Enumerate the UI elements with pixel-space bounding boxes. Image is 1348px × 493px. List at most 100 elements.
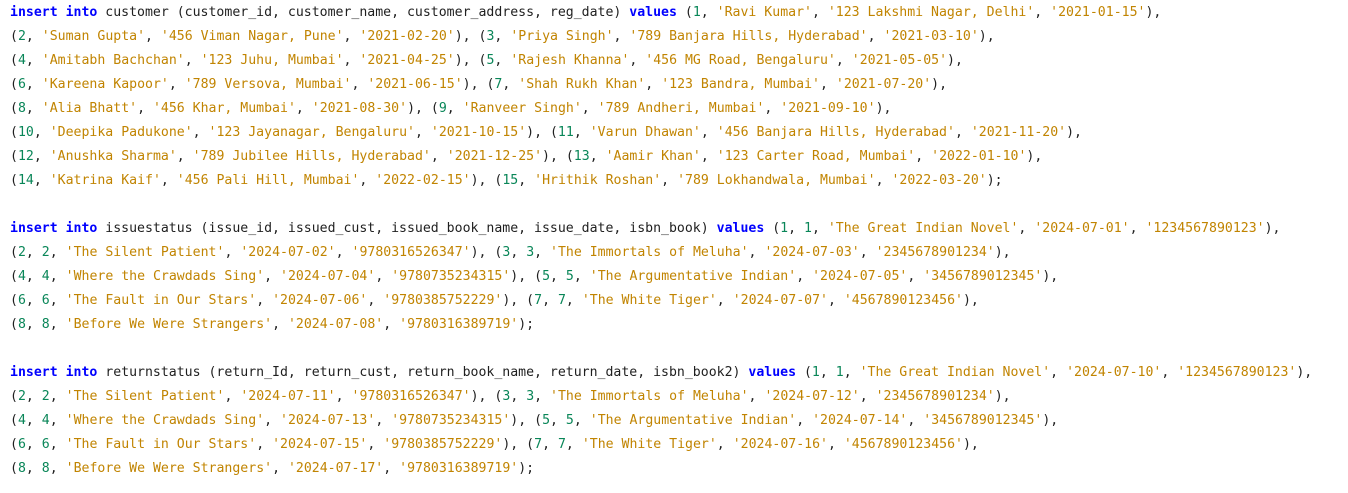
- number-literal: 6: [17, 437, 26, 452]
- code-text: ),: [1042, 269, 1059, 284]
- code-text: ),: [947, 53, 963, 68]
- code-text: ,: [160, 173, 177, 188]
- string-literal: 'The Silent Patient': [65, 389, 225, 404]
- code-text: ,: [613, 29, 630, 44]
- code-line: (14, 'Katrina Kaif', '456 Pali Hill, Mum…: [10, 169, 1348, 193]
- string-literal: '2024-07-04': [280, 269, 376, 284]
- string-literal: 'Where the Crawdads Sing': [65, 269, 265, 284]
- code-text: ,: [25, 101, 42, 116]
- code-text: ,: [502, 77, 519, 92]
- number-literal: 3: [526, 389, 535, 404]
- string-literal: '456 Viman Nagar, Pune': [160, 29, 344, 44]
- code-text: ,: [788, 221, 805, 236]
- code-text: ),: [1026, 149, 1043, 164]
- code-text: ,: [859, 245, 876, 260]
- code-text: ,: [589, 149, 606, 164]
- number-literal: 2: [17, 245, 26, 260]
- code-text: returnstatus (return_Id, return_cust, re…: [97, 365, 749, 380]
- code-text: ),: [1066, 125, 1082, 140]
- code-line: (2, 2, 'The Silent Patient', '2024-07-02…: [10, 241, 1348, 265]
- code-text: ),: [931, 77, 948, 92]
- string-literal: '9780385752229': [383, 437, 503, 452]
- code-text: ,: [49, 317, 66, 332]
- code-text: ), (: [542, 149, 574, 164]
- code-text: ,: [343, 29, 360, 44]
- code-text: issuestatus (issue_id, issued_cust, issu…: [97, 221, 717, 236]
- code-text: ,: [33, 173, 50, 188]
- code-text: ,: [25, 437, 42, 452]
- string-literal: '9780316526347': [351, 389, 471, 404]
- code-text: ), (: [526, 125, 558, 140]
- code-text: (: [10, 269, 18, 284]
- string-literal: '2021-11-20': [970, 125, 1067, 140]
- code-text: (: [10, 389, 18, 404]
- code-text: ,: [383, 317, 400, 332]
- code-text: ), (: [510, 269, 543, 284]
- string-literal: 'Before We Were Strangers': [65, 461, 273, 476]
- number-literal: 9: [438, 101, 447, 116]
- code-text: ,: [375, 413, 392, 428]
- code-text: ),: [962, 293, 979, 308]
- string-literal: '123 Jayanagar, Bengaluru': [208, 125, 415, 140]
- string-literal: 'The Immortals of Meluha': [550, 245, 749, 260]
- code-text: );: [986, 173, 1003, 188]
- code-text: ,: [581, 101, 598, 116]
- code-text: ,: [25, 245, 42, 260]
- string-literal: 'The Argumentative Indian': [589, 413, 797, 428]
- string-literal: '2021-03-10': [883, 29, 979, 44]
- code-text: ,: [510, 389, 527, 404]
- number-literal: 4: [17, 413, 26, 428]
- code-text: ), (: [454, 29, 487, 44]
- code-text: ,: [272, 317, 288, 332]
- string-literal: 'Deepika Padukone': [49, 125, 193, 140]
- code-text: ,: [367, 293, 384, 308]
- code-text: ,: [1018, 221, 1035, 236]
- string-literal: '2024-07-12': [764, 389, 860, 404]
- code-text: ,: [542, 437, 558, 452]
- code-text: ,: [811, 221, 828, 236]
- sql-keyword: insert into: [10, 365, 98, 380]
- code-text: ), (: [510, 413, 543, 428]
- code-text: ,: [224, 389, 241, 404]
- code-text: ,: [907, 269, 924, 284]
- sql-keyword: values: [716, 221, 765, 236]
- string-literal: '1234567890123': [1177, 365, 1297, 380]
- code-text: (: [10, 437, 18, 452]
- code-text: ,: [33, 125, 50, 140]
- string-literal: '3456789012345': [923, 413, 1043, 428]
- code-text: ,: [49, 413, 66, 428]
- code-text: ),: [994, 389, 1011, 404]
- sql-code-editor[interactable]: insert into customer (customer_id, custo…: [10, 1, 1348, 481]
- code-text: ,: [565, 437, 582, 452]
- code-text: ,: [367, 437, 384, 452]
- blank-line: ​: [10, 193, 1348, 217]
- code-text: ,: [25, 413, 42, 428]
- code-text: ,: [184, 53, 201, 68]
- string-literal: 'Amitabh Bachchan': [41, 53, 185, 68]
- string-literal: '9780316526347': [351, 245, 471, 260]
- code-text: ,: [510, 245, 527, 260]
- string-literal: 'The White Tiger': [581, 437, 717, 452]
- number-literal: 1: [835, 365, 844, 380]
- code-text: ), (: [462, 77, 495, 92]
- code-text: ,: [573, 125, 590, 140]
- string-literal: 'The Great Indian Novel': [859, 365, 1051, 380]
- number-literal: 7: [534, 293, 543, 308]
- number-literal: 2: [41, 389, 50, 404]
- string-literal: '789 Lokhandwala, Mumbai': [677, 173, 876, 188]
- number-literal: 4: [17, 53, 26, 68]
- code-text: ),: [962, 437, 979, 452]
- string-literal: '2024-07-05': [812, 269, 908, 284]
- code-line: (6, 'Kareena Kapoor', '789 Versova, Mumb…: [10, 73, 1348, 97]
- code-text: ),: [1042, 413, 1059, 428]
- code-text: ,: [137, 101, 153, 116]
- string-literal: '9780735234315': [391, 413, 511, 428]
- string-literal: 'Alia Bhatt': [41, 101, 138, 116]
- string-literal: '789 Banjara Hills, Hyderabad': [629, 29, 868, 44]
- code-text: ,: [700, 125, 717, 140]
- number-literal: 11: [557, 125, 574, 140]
- number-literal: 14: [17, 173, 34, 188]
- number-literal: 1: [780, 221, 789, 236]
- code-text: ,: [25, 29, 42, 44]
- code-text: ,: [25, 53, 42, 68]
